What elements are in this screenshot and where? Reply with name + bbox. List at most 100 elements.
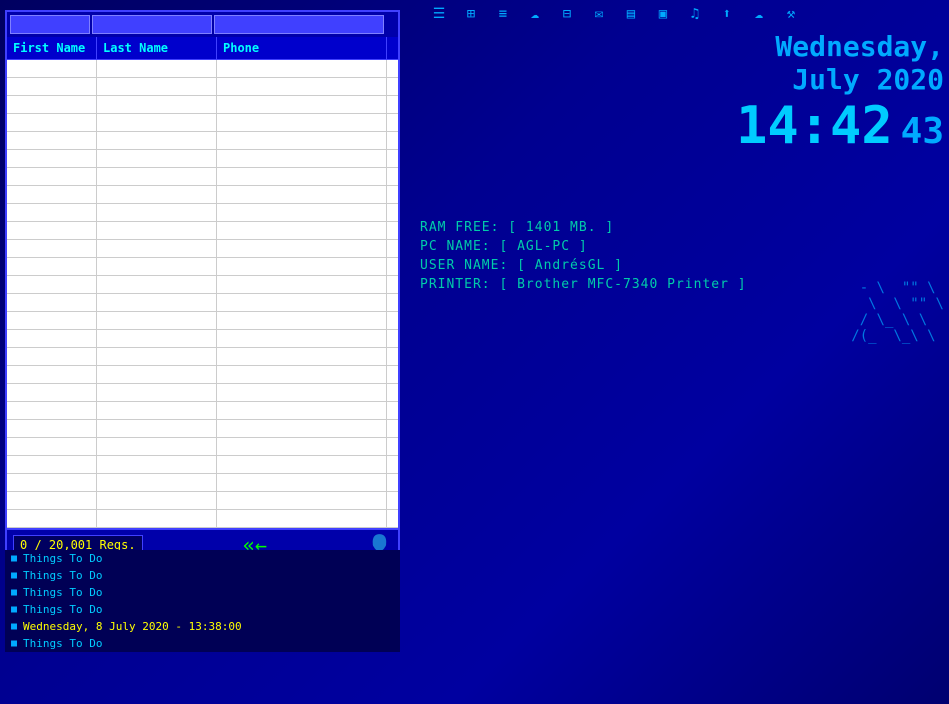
todo-bullet-icon: ■ [11, 587, 17, 598]
table-row[interactable] [7, 294, 398, 312]
cell-phone [217, 510, 387, 527]
cell-phone [217, 438, 387, 455]
cell-first [7, 258, 97, 275]
table-row[interactable] [7, 240, 398, 258]
cloud2-icon[interactable]: ☁ [748, 3, 770, 25]
search-last-input[interactable] [92, 15, 212, 34]
settings-icon[interactable]: ⊞ [460, 3, 482, 25]
table-row[interactable] [7, 204, 398, 222]
table-row[interactable] [7, 348, 398, 366]
cell-last [97, 330, 217, 347]
table-row[interactable] [7, 96, 398, 114]
table-row[interactable] [7, 168, 398, 186]
cell-last [97, 474, 217, 491]
search-phone-input[interactable] [214, 15, 384, 34]
table-row[interactable] [7, 276, 398, 294]
cell-phone [217, 204, 387, 221]
cell-first [7, 132, 97, 149]
cell-last [97, 456, 217, 473]
table-row[interactable] [7, 456, 398, 474]
monitor-icon[interactable]: ▣ [652, 3, 674, 25]
table-row[interactable] [7, 186, 398, 204]
cell-phone [217, 312, 387, 329]
table-row[interactable] [7, 150, 398, 168]
cell-last [97, 276, 217, 293]
cell-last [97, 240, 217, 257]
bullet-list-icon[interactable]: ≡ [492, 3, 514, 25]
table-row[interactable] [7, 114, 398, 132]
cell-first [7, 276, 97, 293]
cell-first [7, 312, 97, 329]
cell-phone [217, 78, 387, 95]
table-row[interactable] [7, 420, 398, 438]
table-row[interactable] [7, 258, 398, 276]
cell-first [7, 204, 97, 221]
email-icon[interactable]: ✉ [588, 3, 610, 25]
print-icon[interactable]: ▤ [620, 3, 642, 25]
cell-first [7, 186, 97, 203]
cell-last [97, 60, 217, 77]
todo-bullet-icon: ■ [11, 621, 17, 632]
table-row[interactable] [7, 492, 398, 510]
table-row[interactable] [7, 366, 398, 384]
cell-phone [217, 150, 387, 167]
cell-phone [217, 60, 387, 77]
todo-text: Things To Do [23, 569, 102, 582]
table-row[interactable] [7, 438, 398, 456]
cell-phone [217, 132, 387, 149]
cell-last [97, 132, 217, 149]
cell-phone [217, 258, 387, 275]
table-row[interactable] [7, 60, 398, 78]
table-header: First Name Last Name Phone [7, 37, 398, 60]
time-display: 14:42 43 [736, 96, 944, 156]
upload-icon[interactable]: ⬆ [716, 3, 738, 25]
todo-item: ■ Things To Do [5, 584, 400, 601]
tool-icon[interactable]: ⚒ [780, 3, 802, 25]
cell-phone [217, 456, 387, 473]
table-body [7, 60, 398, 528]
list-icon[interactable]: ☰ [428, 3, 450, 25]
system-info-panel: RAM FREE: [ 1401 MB. ] PC NAME: [ AGL-PC… [420, 220, 747, 296]
todo-item: ■ Things To Do [5, 635, 400, 652]
cell-phone [217, 186, 387, 203]
table-row[interactable] [7, 384, 398, 402]
todo-item: ■ Things To Do [5, 601, 400, 618]
cell-last [97, 492, 217, 509]
cell-phone [217, 366, 387, 383]
table-row[interactable] [7, 402, 398, 420]
cell-last [97, 258, 217, 275]
cell-first [7, 510, 97, 527]
todo-item: ■ Things To Do [5, 550, 400, 567]
table-row[interactable] [7, 474, 398, 492]
printer-info: PRINTER: [ Brother MFC-7340 Printer ] [420, 277, 747, 292]
table-row[interactable] [7, 510, 398, 528]
volume-icon[interactable]: ♫ [684, 3, 706, 25]
table-row[interactable] [7, 132, 398, 150]
time-seconds: 43 [901, 111, 944, 152]
todo-bullet-icon: ■ [11, 553, 17, 564]
cell-last [97, 510, 217, 527]
col-first-name: First Name [7, 37, 97, 59]
todo-text: Things To Do [23, 637, 102, 650]
date-month-year: July 2020 [736, 63, 944, 96]
cell-first [7, 150, 97, 167]
todo-bullet-icon: ■ [11, 604, 17, 615]
cell-phone [217, 276, 387, 293]
cell-first [7, 330, 97, 347]
table-row[interactable] [7, 330, 398, 348]
cell-phone [217, 240, 387, 257]
grid-icon[interactable]: ⊟ [556, 3, 578, 25]
todo-item: ■ Things To Do [5, 567, 400, 584]
cell-phone [217, 474, 387, 491]
cell-phone [217, 96, 387, 113]
cell-last [97, 96, 217, 113]
table-row[interactable] [7, 312, 398, 330]
cell-first [7, 474, 97, 491]
cloud-icon[interactable]: ☁ [524, 3, 546, 25]
search-first-input[interactable] [10, 15, 90, 34]
cell-last [97, 222, 217, 239]
cell-phone [217, 420, 387, 437]
table-row[interactable] [7, 222, 398, 240]
table-row[interactable] [7, 78, 398, 96]
cell-first [7, 60, 97, 77]
